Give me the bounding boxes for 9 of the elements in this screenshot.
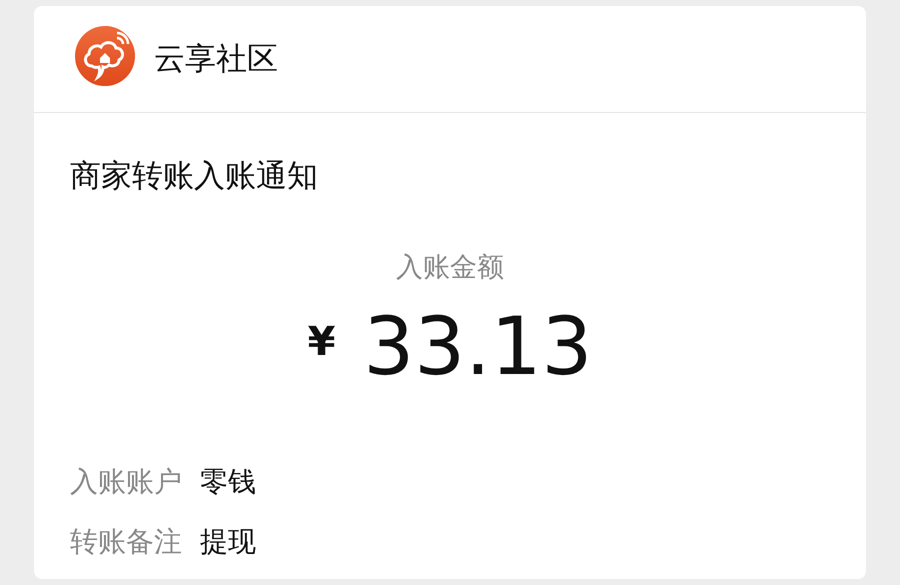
detail-label: 入账账户 <box>70 464 182 500</box>
detail-value: 零钱 <box>200 464 256 500</box>
notice-title: 商家转账入账通知 <box>70 157 318 196</box>
amount-label: 入账金额 <box>396 251 504 285</box>
detail-value: 提现 <box>200 524 256 560</box>
amount-value: 33.13 <box>363 307 592 387</box>
detail-label: 转账备注 <box>70 524 182 560</box>
currency-symbol: ¥ <box>308 319 336 365</box>
account-name: 云享社区 <box>154 40 278 79</box>
